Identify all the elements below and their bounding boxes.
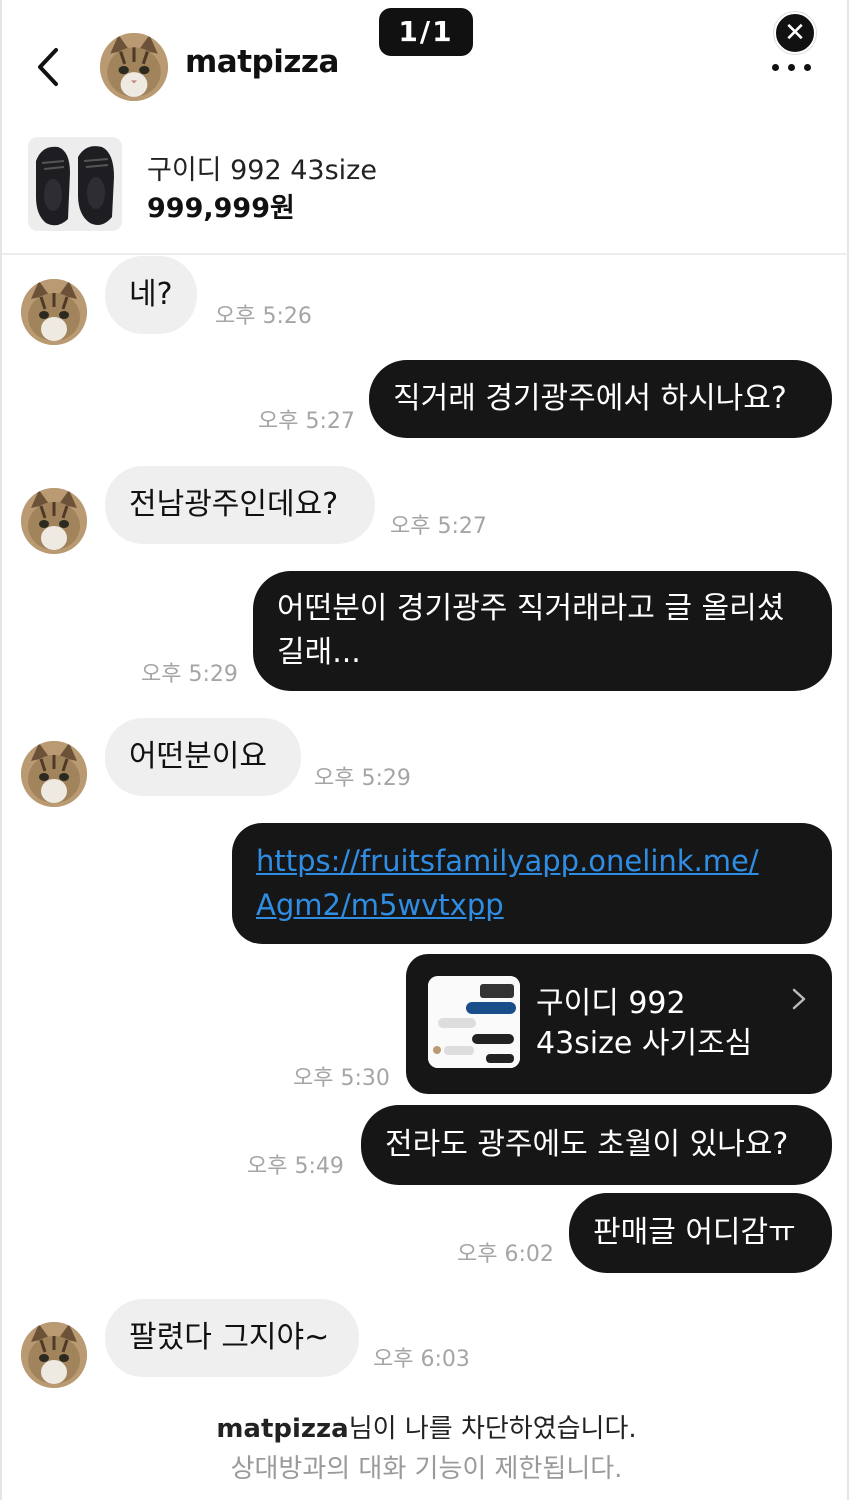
message-bubble-link[interactable]: https://fruitsfamilyapp.onelink.me/ Agm2… [232,823,832,944]
message-line: 어떤분이 경기광주 직거래라고 글 올리셨 [277,591,785,626]
sender-avatar[interactable] [21,1322,87,1388]
close-icon[interactable]: ✕ [774,12,816,54]
header-username[interactable]: matpizza [185,44,339,80]
message-bubble-incoming[interactable]: 어떤분이요 [105,718,301,796]
message-line: 길래... [277,635,361,670]
sender-avatar[interactable] [21,279,87,345]
blocked-notice: matpizza님이 나를 차단하였습니다. [2,1408,849,1445]
blocked-restriction-notice: 상대방과의 대화 기능이 제한됩니다. [230,1454,623,1484]
message-time: 오후 5:49 [247,1154,344,1179]
shared-post-thumbnail [428,976,520,1068]
header-divider [2,253,849,255]
product-thumbnail[interactable] [28,137,122,231]
message-time: 오후 6:02 [457,1242,554,1267]
message-time: 오후 5:29 [314,766,411,791]
shared-post-card[interactable]: 구이디 992 43size 사기조심 [406,954,832,1094]
message-time: 오후 5:26 [215,304,312,329]
message-bubble-outgoing[interactable]: 판매글 어디감ㅠ [569,1193,832,1273]
more-options-icon[interactable] [768,58,816,78]
shared-post-title: 구이디 992 43size 사기조심 [536,984,752,1064]
message-bubble-incoming[interactable]: 네? [105,256,197,334]
page-counter-badge: 1/1 [379,8,473,56]
back-arrow-icon[interactable] [32,44,66,90]
message-time: 오후 5:30 [293,1066,390,1091]
message-time: 오후 5:29 [141,662,238,687]
product-title[interactable]: 구이디 992 43size [147,148,377,187]
product-price: 999,999원 [147,193,295,224]
message-link[interactable]: Agm2/m5wvtxpp [256,883,808,927]
message-time: 오후 5:27 [390,514,487,539]
message-bubble-outgoing[interactable]: 직거래 경기광주에서 하시나요? [369,360,832,438]
message-bubble-outgoing[interactable]: 전라도 광주에도 초월이 있나요? [361,1105,832,1185]
header-avatar[interactable] [100,33,168,101]
sender-avatar[interactable] [21,741,87,807]
message-bubble-incoming[interactable]: 전남광주인데요? [105,466,375,544]
shared-post-title-line: 43size 사기조심 [536,1026,753,1061]
message-link[interactable]: https://fruitsfamilyapp.onelink.me/ [256,839,808,883]
shared-post-title-line: 구이디 992 [536,986,686,1021]
message-bubble-outgoing[interactable]: 어떤분이 경기광주 직거래라고 글 올리셨 길래... [253,571,832,691]
message-time: 오후 6:03 [373,1347,470,1372]
message-bubble-incoming[interactable]: 팔렸다 그지야~ [105,1299,359,1377]
message-time: 오후 5:27 [258,409,355,434]
sender-avatar[interactable] [21,488,87,554]
blocked-username: matpizza [216,1414,349,1444]
blocked-notice-text: 님이 나를 차단하였습니다. [348,1414,637,1444]
chevron-right-icon [792,988,806,1010]
chat-screen: matpizza 1/1 ✕ 구이디 992 43size 999,999원 네… [0,0,849,1500]
